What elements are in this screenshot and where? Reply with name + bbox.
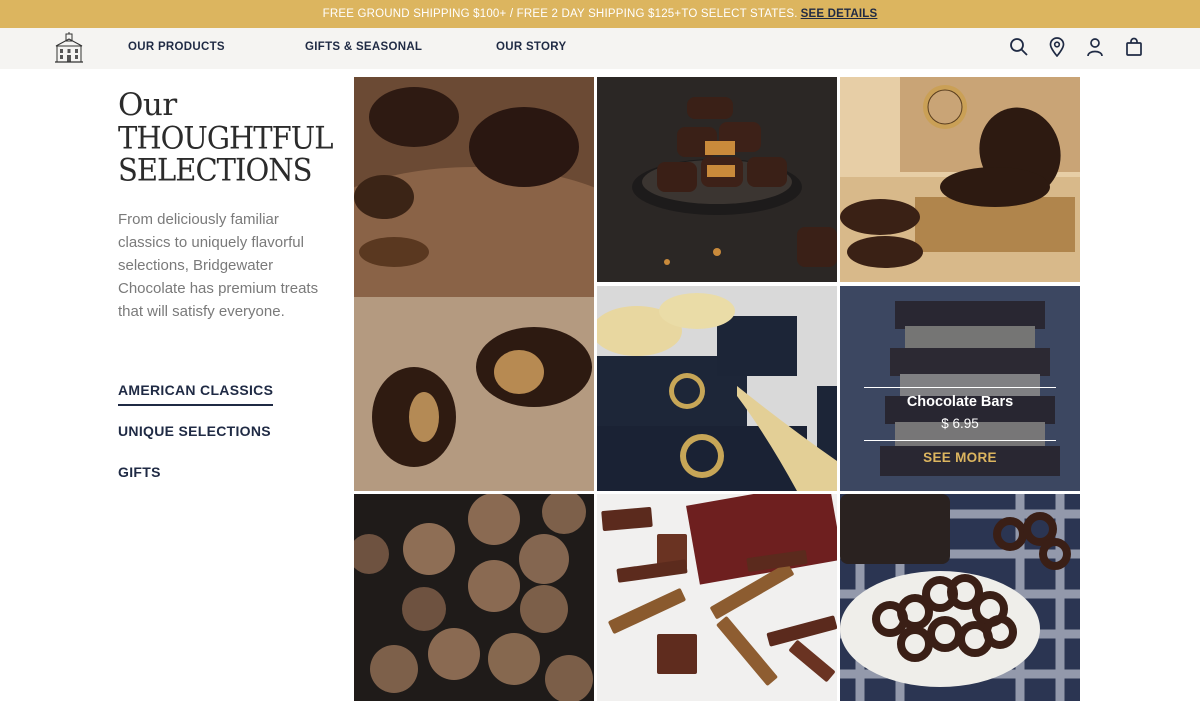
- product-tile-gift-boxes[interactable]: [597, 286, 837, 491]
- account-icon[interactable]: [1085, 37, 1105, 57]
- product-tile-coconut-truffles[interactable]: [354, 494, 594, 701]
- product-tile-chocolate-pretzels[interactable]: [840, 494, 1080, 701]
- nav-our-products[interactable]: OUR PRODUCTS: [128, 41, 225, 53]
- pecan-clusters-image: [354, 77, 594, 491]
- shopping-bag-icon[interactable]: [1124, 37, 1144, 57]
- divider-bottom: [864, 440, 1056, 441]
- product-tile-pecan-clusters[interactable]: [354, 77, 594, 491]
- nav-gifts-seasonal[interactable]: GIFTS & SEASONAL: [305, 41, 422, 53]
- intro-text: From deliciously familiar classics to un…: [118, 211, 319, 320]
- see-more-link[interactable]: SEE MORE: [840, 450, 1080, 465]
- main-nav: OUR PRODUCTS GIFTS & SEASONAL OUR STORY: [0, 28, 1200, 69]
- headline-line-3: SELECTIONS: [118, 152, 312, 188]
- location-pin-icon[interactable]: [1047, 37, 1067, 58]
- chocolate-pretzels-image: [840, 494, 1080, 701]
- search-icon[interactable]: [1009, 37, 1029, 57]
- coconut-truffles-image: [354, 494, 594, 701]
- see-details-link[interactable]: SEE DETAILS: [801, 8, 878, 20]
- dipped-crackers-image: [840, 77, 1080, 282]
- product-tile-dipped-crackers[interactable]: [840, 77, 1080, 282]
- category-gifts[interactable]: GIFTS: [118, 464, 161, 480]
- category-unique-selections[interactable]: UNIQUE SELECTIONS: [118, 423, 271, 439]
- selections-heading: Our THOUGHTFUL SELECTIONS: [118, 90, 338, 188]
- featured-product-chocolate-bars[interactable]: Chocolate Bars $ 6.95 SEE MORE: [840, 286, 1080, 491]
- promo-bar: FREE GROUND SHIPPING $100+ / FREE 2 DAY …: [0, 0, 1200, 28]
- product-title: Chocolate Bars: [906, 394, 1014, 410]
- toffee-sticks-image: [597, 494, 837, 701]
- headline-line-1: Our: [118, 87, 177, 123]
- promo-text: FREE GROUND SHIPPING $100+ / FREE 2 DAY …: [322, 8, 798, 20]
- product-price: $ 6.95: [941, 416, 979, 431]
- gift-boxes-image: [597, 286, 837, 491]
- product-tile-sponge-candy[interactable]: [597, 77, 837, 282]
- logo-icon[interactable]: [54, 32, 84, 64]
- sponge-candy-image: [597, 77, 837, 282]
- page-title: Our THOUGHTFUL SELECTIONS: [118, 90, 338, 188]
- nav-our-story[interactable]: OUR STORY: [496, 41, 566, 53]
- product-tile-toffee-sticks[interactable]: [597, 494, 837, 701]
- divider-top: [864, 387, 1056, 388]
- category-american-classics[interactable]: AMERICAN CLASSICS: [118, 382, 274, 406]
